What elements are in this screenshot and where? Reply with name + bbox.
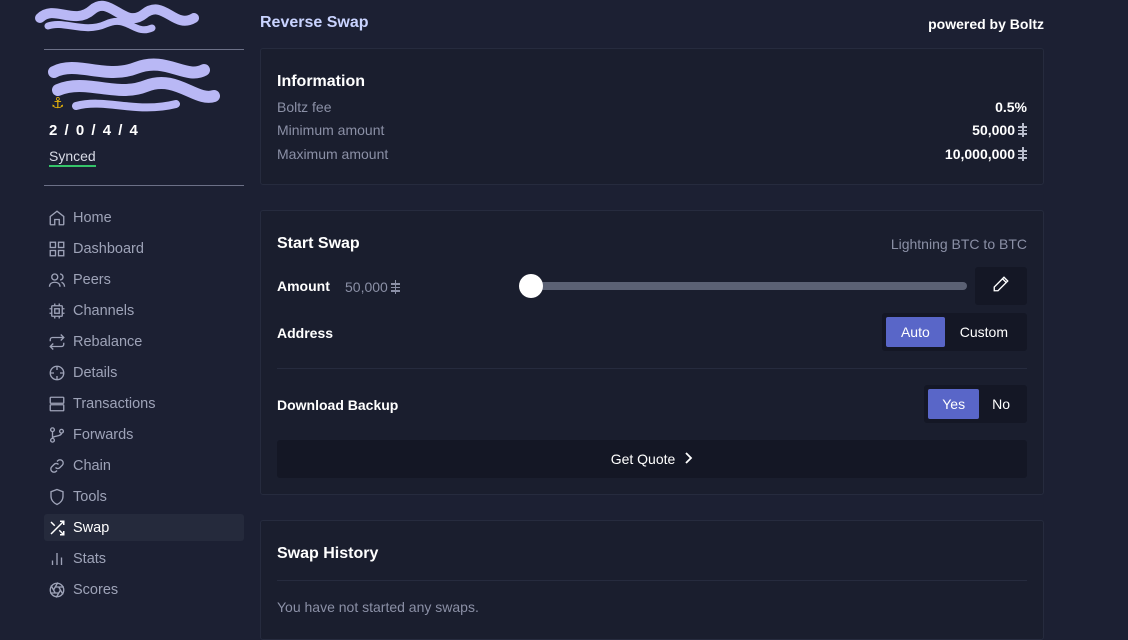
sidebar-item-label: Scores	[73, 581, 119, 598]
sidebar-item-label: Home	[73, 209, 112, 226]
information-card: Information Boltz fee 0.5% Minimum amoun…	[260, 48, 1044, 185]
powered-by: powered by Boltz	[928, 16, 1044, 32]
backup-yes-option[interactable]: Yes	[928, 389, 980, 419]
swap-history-card: Swap History You have not started any sw…	[260, 520, 1044, 640]
sidebar-item-label: Forwards	[73, 426, 134, 443]
get-quote-label: Get Quote	[610, 451, 676, 467]
chevron-right-icon	[675, 451, 693, 468]
server-icon	[48, 395, 66, 413]
info-row-maximum: Maximum amount 10,000,000	[277, 146, 1027, 166]
sats-icon	[390, 280, 400, 294]
info-value: 0.5%	[995, 99, 1027, 115]
sidebar-item-chain[interactable]: Chain	[44, 452, 244, 479]
sidebar-item-label: Channels	[73, 302, 135, 319]
shield-icon	[48, 488, 66, 506]
address-custom-option[interactable]: Custom	[945, 317, 1023, 347]
chip-icon	[48, 302, 66, 320]
get-quote-button[interactable]: Get Quote	[277, 440, 1027, 478]
backup-toggle: Yes No	[924, 385, 1027, 423]
sats-icon	[1018, 147, 1027, 161]
sidebar-item-dashboard[interactable]: Dashboard	[44, 235, 244, 262]
amount-label: Amount	[277, 278, 330, 294]
sidebar-divider-top	[44, 49, 244, 50]
swap-divider	[277, 368, 1027, 369]
backup-label: Download Backup	[277, 397, 399, 413]
sidebar-nav: Home Dashboard Peers Channels Rebalance …	[44, 204, 244, 607]
sidebar-item-label: Swap	[73, 519, 110, 536]
sidebar-item-transactions[interactable]: Transactions	[44, 390, 244, 417]
start-swap-card: Start Swap Lightning BTC to BTC Amount 5…	[260, 210, 1044, 495]
sidebar-item-label: Stats	[73, 550, 107, 567]
sidebar-divider-bottom	[44, 185, 244, 186]
info-label: Boltz fee	[277, 99, 332, 115]
amount-value: 50,000	[345, 279, 388, 295]
fee-value: 0.5%	[995, 99, 1027, 115]
sidebar: ⚓ 2 / 0 / 4 / 4 Synced Home Dashboard Pe…	[35, 0, 244, 622]
edit-amount-button[interactable]	[975, 267, 1027, 305]
information-title: Information	[277, 73, 365, 90]
backup-no-option[interactable]: No	[979, 389, 1023, 419]
minimum-value: 50,000	[972, 122, 1015, 138]
maximum-value: 10,000,000	[944, 146, 1015, 162]
sidebar-item-label: Dashboard	[73, 240, 144, 257]
link-icon	[48, 457, 66, 475]
sidebar-item-home[interactable]: Home	[44, 204, 244, 231]
home-icon	[48, 209, 66, 227]
info-value: 50,000	[972, 122, 1027, 138]
sidebar-item-label: Rebalance	[73, 333, 143, 350]
start-swap-title: Start Swap	[277, 235, 360, 252]
sats-icon	[1018, 123, 1027, 137]
sidebar-item-channels[interactable]: Channels	[44, 297, 244, 324]
sidebar-item-label: Peers	[73, 271, 111, 288]
sidebar-item-stats[interactable]: Stats	[44, 545, 244, 572]
sidebar-item-swap[interactable]: Swap	[44, 514, 244, 541]
info-label: Maximum amount	[277, 146, 389, 162]
main-content: Reverse Swap powered by Boltz Informatio…	[260, 0, 1044, 640]
swap-direction: Lightning BTC to BTC	[890, 236, 1027, 252]
sidebar-item-forwards[interactable]: Forwards	[44, 421, 244, 448]
sidebar-item-label: Details	[73, 364, 118, 381]
info-row-minimum: Minimum amount 50,000	[277, 122, 1027, 142]
sidebar-item-label: Transactions	[73, 395, 156, 412]
info-value: 10,000,000	[945, 146, 1027, 162]
sidebar-item-scores[interactable]: Scores	[44, 576, 244, 603]
git-branch-icon	[48, 426, 66, 444]
swap-history-title: Swap History	[277, 545, 379, 562]
address-toggle: Auto Custom	[881, 313, 1027, 351]
sidebar-item-rebalance[interactable]: Rebalance	[44, 328, 244, 355]
bar-chart-icon	[48, 550, 66, 568]
sidebar-item-details[interactable]: Details	[44, 359, 244, 386]
sidebar-item-label: Chain	[73, 457, 111, 474]
page-title: Reverse Swap	[260, 14, 369, 31]
amount-display: 50,000	[345, 279, 400, 295]
dashboard-icon	[48, 240, 66, 258]
sidebar-item-label: Tools	[73, 488, 107, 505]
sync-status: Synced	[49, 148, 96, 167]
info-row-fee: Boltz fee 0.5%	[277, 99, 1027, 119]
redacted-node-alias	[35, 0, 199, 34]
shuffle-icon	[48, 519, 66, 537]
amount-slider-track[interactable]	[529, 282, 967, 290]
peers-icon	[48, 271, 66, 289]
node-channel-counts: 2 / 0 / 4 / 4	[49, 122, 140, 139]
history-divider	[277, 580, 1027, 581]
redacted-node-id	[48, 58, 220, 112]
pencil-icon	[992, 275, 1010, 298]
aperture-icon	[48, 581, 66, 599]
crosshair-icon	[48, 364, 66, 382]
sidebar-item-peers[interactable]: Peers	[44, 266, 244, 293]
address-label: Address	[277, 325, 334, 341]
info-label: Minimum amount	[277, 122, 385, 138]
empty-history-message: You have not started any swaps.	[277, 599, 479, 615]
address-auto-option[interactable]: Auto	[885, 317, 945, 347]
amount-slider-thumb[interactable]	[519, 274, 543, 298]
sidebar-item-tools[interactable]: Tools	[44, 483, 244, 510]
repeat-icon	[48, 333, 66, 351]
anchor-icon: ⚓	[51, 95, 65, 112]
